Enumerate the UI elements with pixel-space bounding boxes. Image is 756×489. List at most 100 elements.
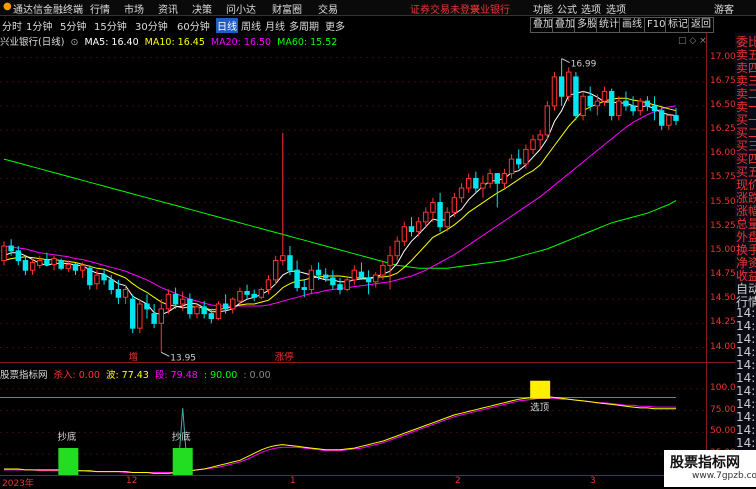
candle-body <box>44 260 50 265</box>
candle-body <box>601 90 608 102</box>
candle-body <box>651 105 658 112</box>
menu-item-quote[interactable]: 行情 <box>90 1 110 16</box>
candle-body <box>594 100 601 107</box>
draw-line-button[interactable]: 画线 <box>619 17 645 33</box>
candle-body <box>337 284 343 291</box>
candle-body <box>315 269 322 276</box>
candle-body <box>473 177 479 189</box>
candle-body <box>444 211 450 228</box>
indicator-chart[interactable]: 抄底 抄底 选顶 <box>0 380 706 476</box>
candle-body <box>287 255 293 271</box>
quote-row: 14:5 <box>736 384 756 398</box>
price-chart[interactable]: 16.99 13.95 增 涨停 <box>0 46 706 362</box>
candle-body <box>401 226 408 242</box>
sell-signal-box <box>530 380 551 399</box>
candle-body <box>573 76 579 117</box>
menu-item-formula[interactable]: 公式 <box>557 1 577 16</box>
menu-item-ask[interactable]: 问小达 <box>226 1 256 16</box>
candle-body <box>623 100 629 107</box>
candle-body <box>208 313 215 320</box>
menu-item-news[interactable]: 资讯 <box>158 1 178 16</box>
period-60min[interactable]: 60分钟 <box>176 18 211 33</box>
quote-row: 14:5 <box>736 436 756 450</box>
candle-body <box>322 274 329 279</box>
candle-body <box>344 279 350 291</box>
candle-body <box>673 115 679 121</box>
buy-signal-label: 抄底 <box>172 431 192 443</box>
period-5min[interactable]: 5分钟 <box>59 18 87 33</box>
candle-body <box>537 134 543 141</box>
indicator-tick: 100.0 <box>710 382 736 393</box>
period-weekly[interactable]: 周线 <box>240 18 262 33</box>
candle-body <box>79 264 86 271</box>
candle-body <box>37 260 43 266</box>
price-tick: 14.00 <box>710 341 736 352</box>
candle-body <box>280 255 286 262</box>
candle-body <box>72 263 79 271</box>
quote-row: 14:5 <box>736 306 756 320</box>
candle-body <box>487 173 493 184</box>
price-tick: 17.00 <box>710 51 736 62</box>
back-button[interactable]: 返回 <box>688 17 714 33</box>
period-daily[interactable]: 日线 <box>216 18 238 33</box>
candle-body <box>165 293 172 310</box>
indicator-legend: 股票指标网 杀入: 0.00 波: 77.43 段: 79.48 : 90.00… <box>0 367 274 381</box>
menu-item-market[interactable]: 市场 <box>124 1 144 16</box>
candle-body <box>22 260 29 271</box>
window-controls-icon[interactable]: □ ◇ × <box>678 36 707 46</box>
axis-divider <box>706 33 707 487</box>
menu-item-trade[interactable]: 交易 <box>318 1 338 16</box>
price-tick: 15.25 <box>710 220 736 231</box>
candle-body <box>351 269 358 281</box>
candle-body <box>122 289 129 298</box>
candle-body <box>630 105 636 112</box>
candle-body <box>480 182 486 189</box>
sell-signal-label: 选顶 <box>530 402 550 414</box>
menu-item-function[interactable]: 功能 <box>533 1 553 16</box>
candle-body <box>358 271 365 279</box>
candle-body <box>308 269 315 291</box>
candle-body <box>29 261 36 271</box>
candle-body <box>608 90 615 117</box>
candle-body <box>158 308 164 324</box>
period-monthly[interactable]: 月线 <box>264 18 286 33</box>
candle-body <box>423 211 429 223</box>
period-15min[interactable]: 15分钟 <box>93 18 128 33</box>
candle-body <box>637 100 643 112</box>
menu-item-guest[interactable]: 游客 <box>714 1 734 16</box>
candle-body <box>201 306 207 315</box>
watermark-logo: 股票指标网 www.7gpzb.com <box>664 450 756 487</box>
candle-body <box>544 105 551 136</box>
candle-body <box>265 279 272 291</box>
candle-body <box>516 158 522 165</box>
candle-body <box>658 110 665 126</box>
menu-item-options[interactable]: 选项 <box>581 1 601 16</box>
candle-body <box>115 289 122 298</box>
period-more[interactable]: 更多 <box>324 18 346 33</box>
candle-body <box>101 274 107 281</box>
menu-item-select-top[interactable]: 选项 <box>606 1 626 16</box>
candle-body <box>187 298 193 315</box>
menu-item-wealth[interactable]: 财富圈 <box>272 1 302 16</box>
candle-body <box>523 148 529 165</box>
price-tick: 16.25 <box>710 124 736 135</box>
candle-body <box>87 267 93 286</box>
period-1min[interactable]: 1分钟 <box>25 18 53 33</box>
period-fenshi[interactable]: 分时 <box>1 18 23 33</box>
candle-body <box>180 298 186 305</box>
candle-body <box>251 293 257 298</box>
candle-body <box>666 115 672 126</box>
period-multi[interactable]: 多周期 <box>288 18 320 33</box>
candle-body <box>437 202 443 228</box>
candle-body <box>94 274 100 285</box>
candle-body <box>51 258 57 265</box>
quote-panel: 委比 卖五 卖四 卖三 卖二 卖一 买一 买二 买三 买四 买五 现价 涨跌 涨幅 总量 外盘 换手 净资 收益 自动… <box>735 33 756 487</box>
candle-body <box>215 303 222 320</box>
period-30min[interactable]: 30分钟 <box>134 18 169 33</box>
menu-item-decision[interactable]: 决策 <box>192 1 212 16</box>
candle-body <box>15 250 22 262</box>
watermark-title: 股票指标网 <box>670 455 740 471</box>
quote-row: 14:5 <box>736 319 756 333</box>
stock-link[interactable]: 兴业银行 <box>470 1 510 16</box>
buy-signal-label: 抄底 <box>57 431 77 443</box>
